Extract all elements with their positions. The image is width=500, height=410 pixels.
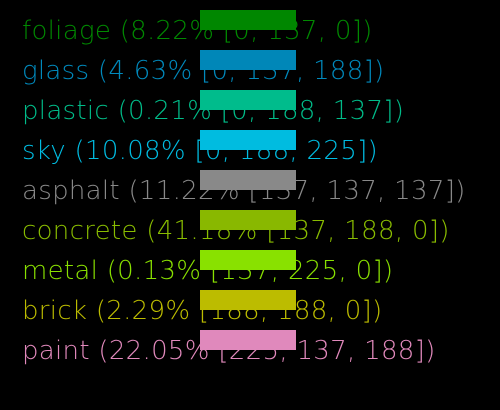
legend-item: paint (22.05% [225, 137, 188]): [22, 330, 500, 370]
legend-color-swatch: [200, 10, 296, 30]
legend-item: asphalt (11.22% [137, 137, 137]): [22, 170, 500, 210]
legend-item: glass (4.63% [0, 137, 188]): [22, 50, 500, 90]
legend-color-swatch: [200, 130, 296, 150]
legend-label: foliage (8.22% [0, 137, 0]): [22, 16, 373, 46]
legend-item: brick (2.29% [188, 188, 0]): [22, 290, 500, 330]
legend-item: metal (0.13% [137, 225, 0]): [22, 250, 500, 290]
legend-item: concrete (41.18% [137, 188, 0]): [22, 210, 500, 250]
legend-color-swatch: [200, 290, 296, 310]
legend-item: plastic (0.21% [0, 188, 137]): [22, 90, 500, 130]
legend-color-swatch: [200, 210, 296, 230]
legend-color-swatch: [200, 330, 296, 350]
legend-color-swatch: [200, 50, 296, 70]
legend-item: sky (10.08% [0, 188, 225]): [22, 130, 500, 170]
legend-color-swatch: [200, 170, 296, 190]
legend-color-swatch: [200, 90, 296, 110]
legend-item: foliage (8.22% [0, 137, 0]): [22, 10, 500, 50]
legend-color-swatch: [200, 250, 296, 270]
